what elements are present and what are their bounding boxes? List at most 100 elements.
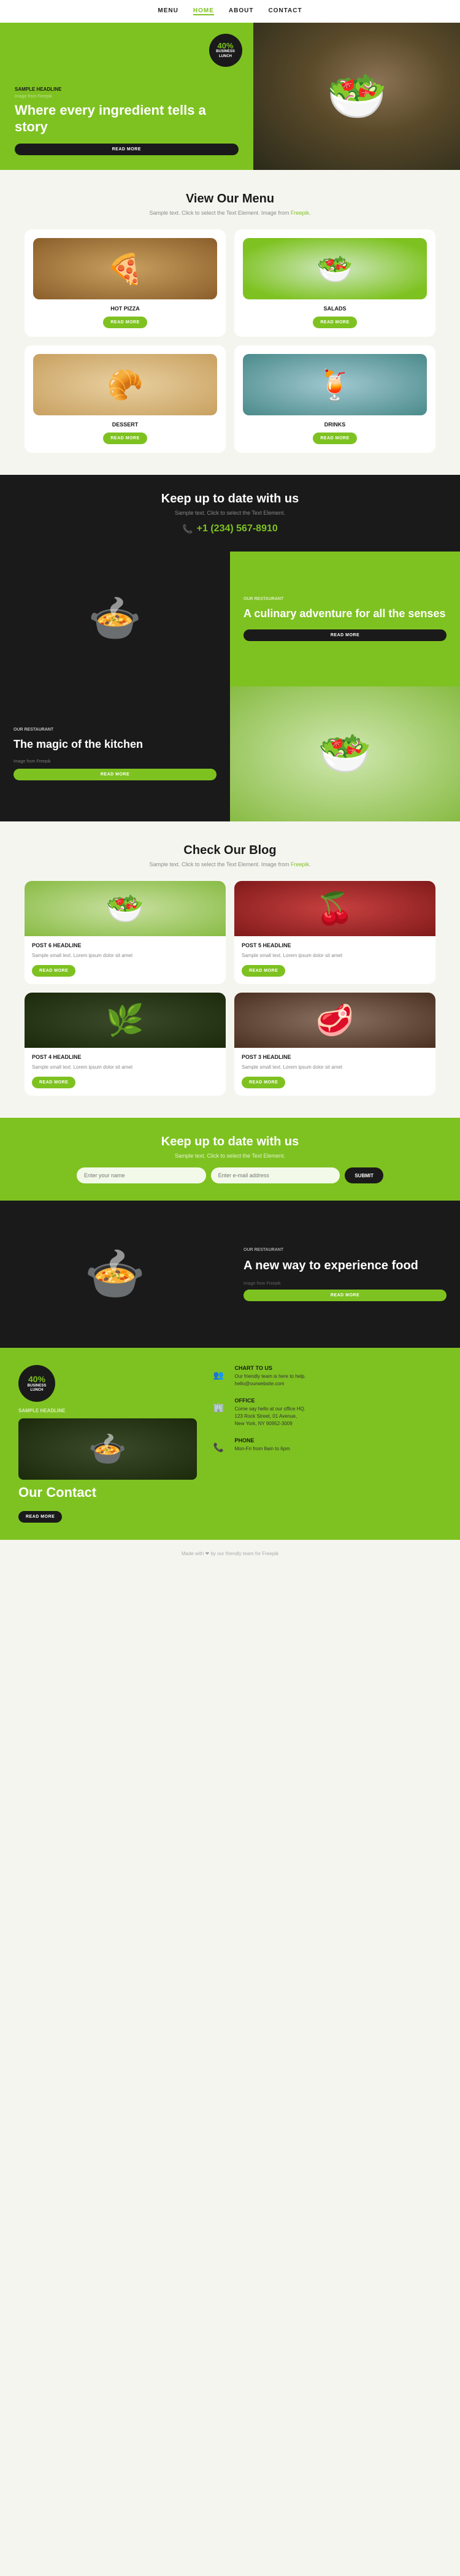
contact-item-phone: 📞 PHONE Mon-Fri from 8am to 6pm: [209, 1437, 442, 1457]
promo1-image: 🍲: [0, 552, 230, 686]
blog-readmore-3[interactable]: READ MORE: [242, 1077, 285, 1088]
blog-freepik-link[interactable]: Freepik: [291, 861, 309, 867]
pizza-read-more[interactable]: READ MORE: [103, 317, 147, 328]
promo2-text: OUR RESTAURANT The magic of the kitchen …: [0, 686, 230, 821]
blog-readmore-1[interactable]: READ MORE: [242, 965, 285, 977]
hero-right: [253, 23, 460, 170]
promo1-read-more[interactable]: READ MORE: [243, 629, 447, 641]
nav-about[interactable]: ABOUT: [229, 7, 254, 15]
nav-contact[interactable]: CONTACT: [268, 7, 302, 15]
contact-read-more[interactable]: READ MORE: [18, 1511, 62, 1523]
phone-text: Mon-Fri from 8am to 6pm: [235, 1445, 290, 1453]
office-label: OFFICE: [235, 1398, 305, 1404]
contact-section: 40% BUSINESSLUNCH SAMPLE HEADLINE 🍲 Our …: [0, 1348, 460, 1539]
freepik-link[interactable]: Freepik: [291, 210, 309, 216]
contact-badge-percent: 40%: [28, 1374, 45, 1384]
blog-body-0: POST 6 HEADLINE Sample small text. Lorem…: [25, 936, 226, 984]
feature-image: 🍲: [0, 1201, 230, 1348]
chat-icon: 👥: [209, 1365, 229, 1385]
pizza-image: 🍕: [33, 238, 217, 299]
contact-small: SAMPLE HEADLINE: [18, 1408, 197, 1413]
newsletter-email-input[interactable]: [211, 1167, 340, 1183]
blog-headline-1: POST 5 HEADLINE: [242, 942, 428, 948]
menu-card-drinks: 🍹 DRINKS READ MORE: [234, 345, 435, 453]
promo2-food-img: 🥗: [230, 686, 460, 821]
blog-body-2: POST 4 HEADLINE Sample small text. Lorem…: [25, 1048, 226, 1096]
feature-text: OUR RESTAURANT A new way to experience f…: [230, 1201, 460, 1348]
promo1-text: OUR RESTAURANT A culinary adventure for …: [230, 552, 460, 686]
chat-label: CHART TO US: [235, 1365, 306, 1371]
keepup-section-1: Keep up to date with us Sample text. Cli…: [0, 475, 460, 552]
feature-caption: Image from Freepik: [243, 1282, 447, 1286]
keepup1-subtitle: Sample text. Click to select the Text El…: [25, 510, 435, 516]
menu-card-dessert: 🥐 DESSERT READ MORE: [25, 345, 226, 453]
blog-card-2: 🌿 POST 4 HEADLINE Sample small text. Lor…: [25, 993, 226, 1096]
promo2-img-caption: Image from Freepik: [13, 759, 217, 764]
menu-subtitle: Sample text. Click to select the Text El…: [25, 210, 435, 216]
feature-headline: A new way to experience food: [243, 1258, 447, 1273]
menu-section: View Our Menu Sample text. Click to sele…: [0, 170, 460, 475]
promo1-small: OUR RESTAURANT: [243, 597, 447, 601]
newsletter-submit-button[interactable]: SUBMIT: [345, 1167, 383, 1183]
blog-headline-0: POST 6 HEADLINE: [32, 942, 218, 948]
promo2-small: OUR RESTAURANT: [13, 728, 217, 732]
drinks-read-more[interactable]: READ MORE: [313, 433, 356, 444]
office-text: Come say hello at our office HQ.123 Rock…: [235, 1405, 305, 1428]
blog-readmore-0[interactable]: READ MORE: [32, 965, 75, 977]
phone-label: PHONE: [235, 1437, 290, 1444]
newsletter-name-input[interactable]: [77, 1167, 206, 1183]
newsletter-section: Keep up to date with us Sample text. Cli…: [0, 1118, 460, 1201]
feature-small: OUR RESTAURANT: [243, 1248, 447, 1252]
contact-badge-label: BUSINESSLUNCH: [28, 1384, 47, 1393]
contact-item-chat: 👥 CHART TO US Our friendly team is here …: [209, 1365, 442, 1388]
blog-body-3: POST 3 HEADLINE Sample small text. Lorem…: [234, 1048, 435, 1096]
hero-left: 40% BUSINESSLUNCH SAMPLE HEADLINE Image …: [0, 23, 253, 170]
nav-menu[interactable]: MENU: [158, 7, 178, 15]
blog-card-0: 🥗 POST 6 HEADLINE Sample small text. Lor…: [25, 881, 226, 984]
phone-line: 📞 +1 (234) 567-8910: [25, 523, 435, 534]
blog-text-3: Sample small text. Lorem ipsum dolor sit…: [242, 1064, 428, 1071]
blog-body-1: POST 5 HEADLINE Sample small text. Lorem…: [234, 936, 435, 984]
dessert-image: 🥐: [33, 354, 217, 415]
dessert-read-more[interactable]: READ MORE: [103, 433, 147, 444]
feature-read-more[interactable]: READ MORE: [243, 1290, 447, 1301]
blog-readmore-2[interactable]: READ MORE: [32, 1077, 75, 1088]
blog-headline-2: POST 4 HEADLINE: [32, 1054, 218, 1060]
newsletter-subtitle: Sample text. Click to select the Text El…: [25, 1153, 435, 1159]
promo2-headline: The magic of the kitchen: [13, 738, 217, 752]
contact-food-image: 🍲: [18, 1418, 197, 1480]
contact-phone-info: PHONE Mon-Fri from 8am to 6pm: [235, 1437, 290, 1453]
hero-badge-percent: 40%: [217, 42, 233, 50]
phone-number: +1 (234) 567-8910: [197, 523, 278, 534]
promo2-image: 🥗: [230, 686, 460, 821]
keepup1-title: Keep up to date with us: [25, 492, 435, 506]
menu-card-pizza: 🍕 HOT PIZZA READ MORE: [25, 229, 226, 337]
blog-card-3: 🥩 POST 3 HEADLINE Sample small text. Lor…: [234, 993, 435, 1096]
blog-img-0: 🥗: [25, 881, 226, 936]
blog-text-1: Sample small text. Lorem ipsum dolor sit…: [242, 952, 428, 959]
hero-badge-label: BUSINESSLUNCH: [216, 50, 235, 58]
hero-headline: Where every ingredient tells a story: [15, 102, 239, 135]
promo-section-1: 🍲 OUR RESTAURANT A culinary adventure fo…: [0, 552, 460, 686]
phone-icon: 📞: [182, 524, 193, 534]
hero-img-caption: Image from Freepik: [15, 94, 239, 99]
blog-headline-3: POST 3 HEADLINE: [242, 1054, 428, 1060]
dessert-label: DESSERT: [112, 421, 139, 428]
promo2-read-more[interactable]: READ MORE: [13, 769, 217, 780]
contact-chat-info: CHART TO US Our friendly team is here to…: [235, 1365, 306, 1388]
hero-read-more-button[interactable]: READ MORE: [15, 144, 239, 155]
blog-title: Check Our Blog: [25, 844, 435, 858]
chat-text: Our friendly team is here to help.hello@…: [235, 1373, 306, 1388]
salad-image: 🥗: [243, 238, 427, 299]
contact-right: 👥 CHART TO US Our friendly team is here …: [209, 1365, 442, 1467]
menu-card-salad: 🥗 SALADS READ MORE: [234, 229, 435, 337]
nav-home[interactable]: HOME: [193, 7, 214, 15]
blog-img-2: 🌿: [25, 993, 226, 1048]
footer: Made with ❤ by our friendly team for Fre…: [0, 1540, 460, 1566]
blog-subtitle: Sample text. Click to select the Text El…: [25, 861, 435, 867]
blog-text-2: Sample small text. Lorem ipsum dolor sit…: [32, 1064, 218, 1071]
salad-read-more[interactable]: READ MORE: [313, 317, 356, 328]
footer-text: Made with ❤ by our friendly team for Fre…: [182, 1551, 278, 1556]
blog-img-1: 🍒: [234, 881, 435, 936]
hero-food-image: [253, 23, 460, 170]
